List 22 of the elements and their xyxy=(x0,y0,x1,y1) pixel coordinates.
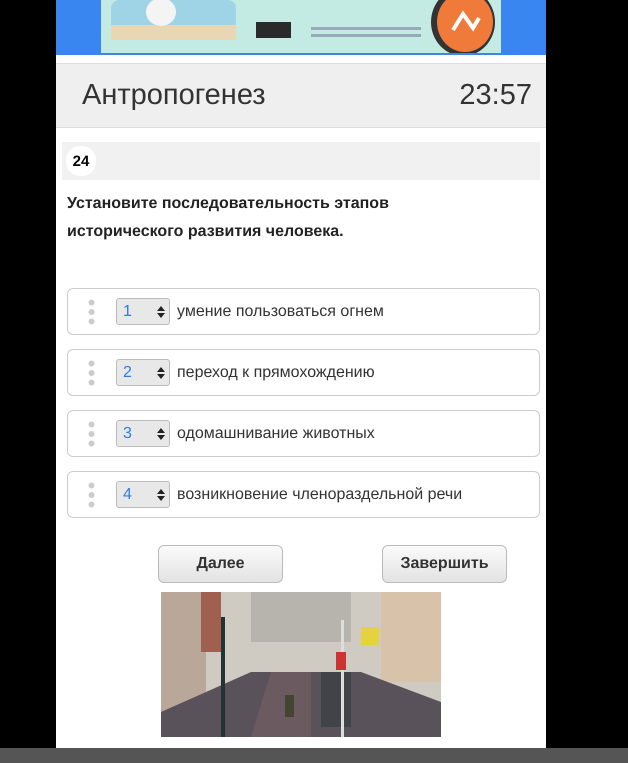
answer-text: одомашнивание животных xyxy=(177,424,375,442)
up-down-arrows-icon xyxy=(157,488,165,500)
up-down-arrows-icon xyxy=(157,428,165,440)
up-down-arrows-icon xyxy=(157,306,165,318)
action-button[interactable]: Завершить xyxy=(382,545,507,583)
answer-text: умение пользоваться огнем xyxy=(177,302,384,320)
drag-handle-icon[interactable] xyxy=(88,420,95,446)
answer-text: возникновение членораздельной речи xyxy=(177,486,462,504)
drag-handle-icon[interactable] xyxy=(88,360,95,386)
question-text: Установите последовательность этапов исторического развития человека. xyxy=(67,194,390,242)
answer-item[interactable]: 3 одомашнивание животных xyxy=(67,410,540,457)
page-title: Антропогенез xyxy=(82,79,266,112)
drag-handle-icon[interactable] xyxy=(88,482,95,508)
answer-text: переход к прямохождению xyxy=(177,364,375,382)
action-button[interactable]: Далее xyxy=(158,545,283,583)
answer-item[interactable]: 1 умение пользоваться огнем xyxy=(67,288,540,335)
answer-item[interactable]: 2 переход к прямохождению xyxy=(67,349,540,396)
up-down-arrows-icon xyxy=(157,366,165,378)
question-number: 24 xyxy=(66,146,96,176)
countdown-timer: 23:57 xyxy=(459,79,532,112)
answer-item[interactable]: 4 возникновение членораздельной речи xyxy=(67,471,540,518)
drag-handle-icon[interactable] xyxy=(88,298,95,324)
